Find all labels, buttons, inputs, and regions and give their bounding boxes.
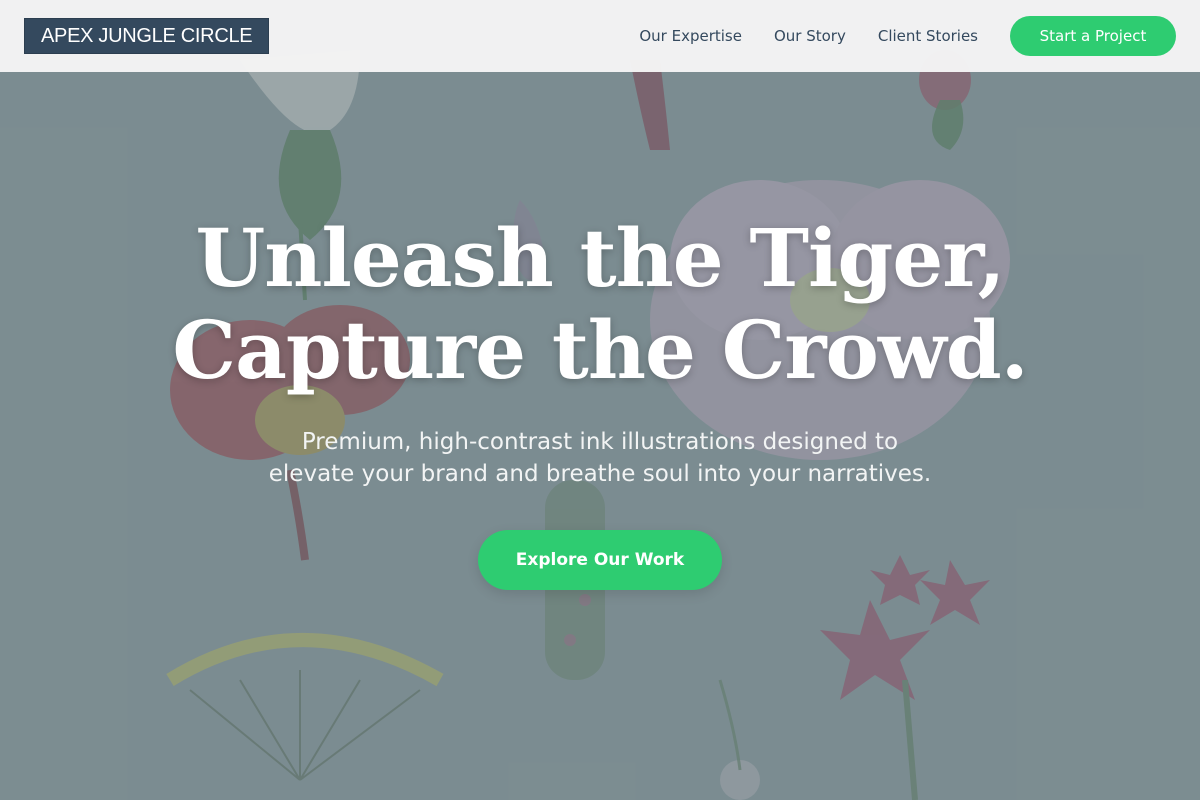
nav-link-our-expertise[interactable]: Our Expertise (639, 27, 742, 45)
site-header: APEX JUNGLE CIRCLE Our Expertise Our Sto… (0, 0, 1200, 72)
hero-title-line-1: Unleash the Tiger, (195, 211, 1006, 305)
explore-work-button[interactable]: Explore Our Work (478, 530, 722, 590)
hero-section: Unleash the Tiger, Capture the Crowd. Pr… (0, 72, 1200, 800)
hero-title-line-2: Capture the Crowd. (172, 303, 1028, 397)
hero-subtitle-line-1: Premium, high-contrast ink illustrations… (301, 429, 899, 455)
hero-title: Unleash the Tiger, Capture the Crowd. (0, 212, 1200, 396)
nav-link-client-stories[interactable]: Client Stories (878, 27, 978, 45)
landing-page: APEX JUNGLE CIRCLE Our Expertise Our Sto… (0, 0, 1200, 800)
hero-subtitle: Premium, high-contrast ink illustrations… (0, 426, 1200, 490)
logo-text: APEX JUNGLE CIRCLE (41, 24, 253, 47)
logo[interactable]: APEX JUNGLE CIRCLE (24, 18, 270, 54)
main-nav: Our Expertise Our Story Client Stories S… (639, 16, 1176, 56)
start-project-button[interactable]: Start a Project (1010, 16, 1176, 56)
nav-link-our-story[interactable]: Our Story (774, 27, 846, 45)
hero-subtitle-line-2: elevate your brand and breathe soul into… (268, 461, 932, 487)
